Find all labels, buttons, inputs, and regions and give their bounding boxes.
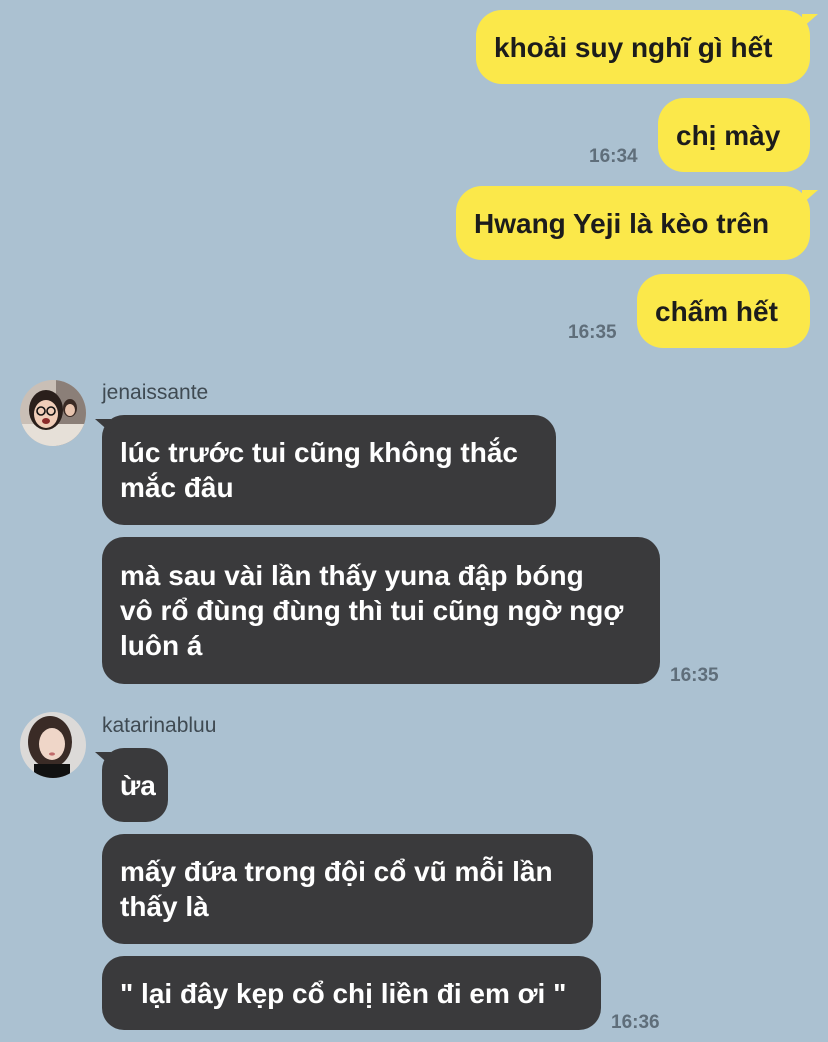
incoming-message[interactable]: mà sau vài lần thấy yuna đập bóng vô rổ …: [102, 537, 660, 684]
message-text: lúc trước tui cũng không thắc mắc đâu: [120, 437, 518, 503]
message-text: khoải suy nghĩ gì hết: [494, 31, 773, 63]
outgoing-message[interactable]: chấm hết: [637, 274, 810, 348]
message-text: Hwang Yeji là kèo trên: [474, 207, 770, 239]
incoming-message[interactable]: lúc trước tui cũng không thắc mắc đâu: [102, 415, 556, 525]
message-text: mà sau vài lần thấy yuna đập bóng vô rổ …: [120, 560, 624, 661]
outgoing-message[interactable]: khoải suy nghĩ gì hết: [476, 10, 810, 84]
sender-name: jenaissante: [102, 381, 209, 404]
message-timestamp: 16:35: [670, 665, 719, 686]
message-text: mấy đứa trong đội cổ vũ mỗi lần thấy là: [120, 856, 553, 922]
message-text: chấm hết: [655, 295, 778, 327]
bubble-tail: [95, 419, 111, 433]
message-timestamp: 16:36: [611, 1012, 660, 1033]
profile-photo-icon: [20, 380, 86, 446]
bubble-tail: [95, 752, 111, 766]
profile-photo-icon: [20, 712, 86, 778]
outgoing-message[interactable]: chị mày: [658, 98, 810, 172]
bubble-tail: [802, 190, 818, 204]
avatar[interactable]: [20, 380, 86, 446]
message-text: ừa: [120, 769, 156, 801]
message-text: " lại đây kẹp cổ chị liền đi em ơi ": [120, 977, 567, 1009]
sender-name: katarinabluu: [102, 714, 217, 737]
message-text: chị mày: [676, 119, 781, 151]
incoming-message[interactable]: mấy đứa trong đội cổ vũ mỗi lần thấy là: [102, 834, 593, 944]
avatar[interactable]: [20, 712, 86, 778]
message-timestamp: 16:34: [589, 146, 638, 167]
outgoing-message[interactable]: Hwang Yeji là kèo trên: [456, 186, 810, 260]
message-timestamp: 16:35: [568, 322, 617, 343]
incoming-message[interactable]: ừa: [102, 748, 168, 822]
bubble-tail: [802, 14, 818, 28]
incoming-message[interactable]: " lại đây kẹp cổ chị liền đi em ơi ": [102, 956, 601, 1030]
